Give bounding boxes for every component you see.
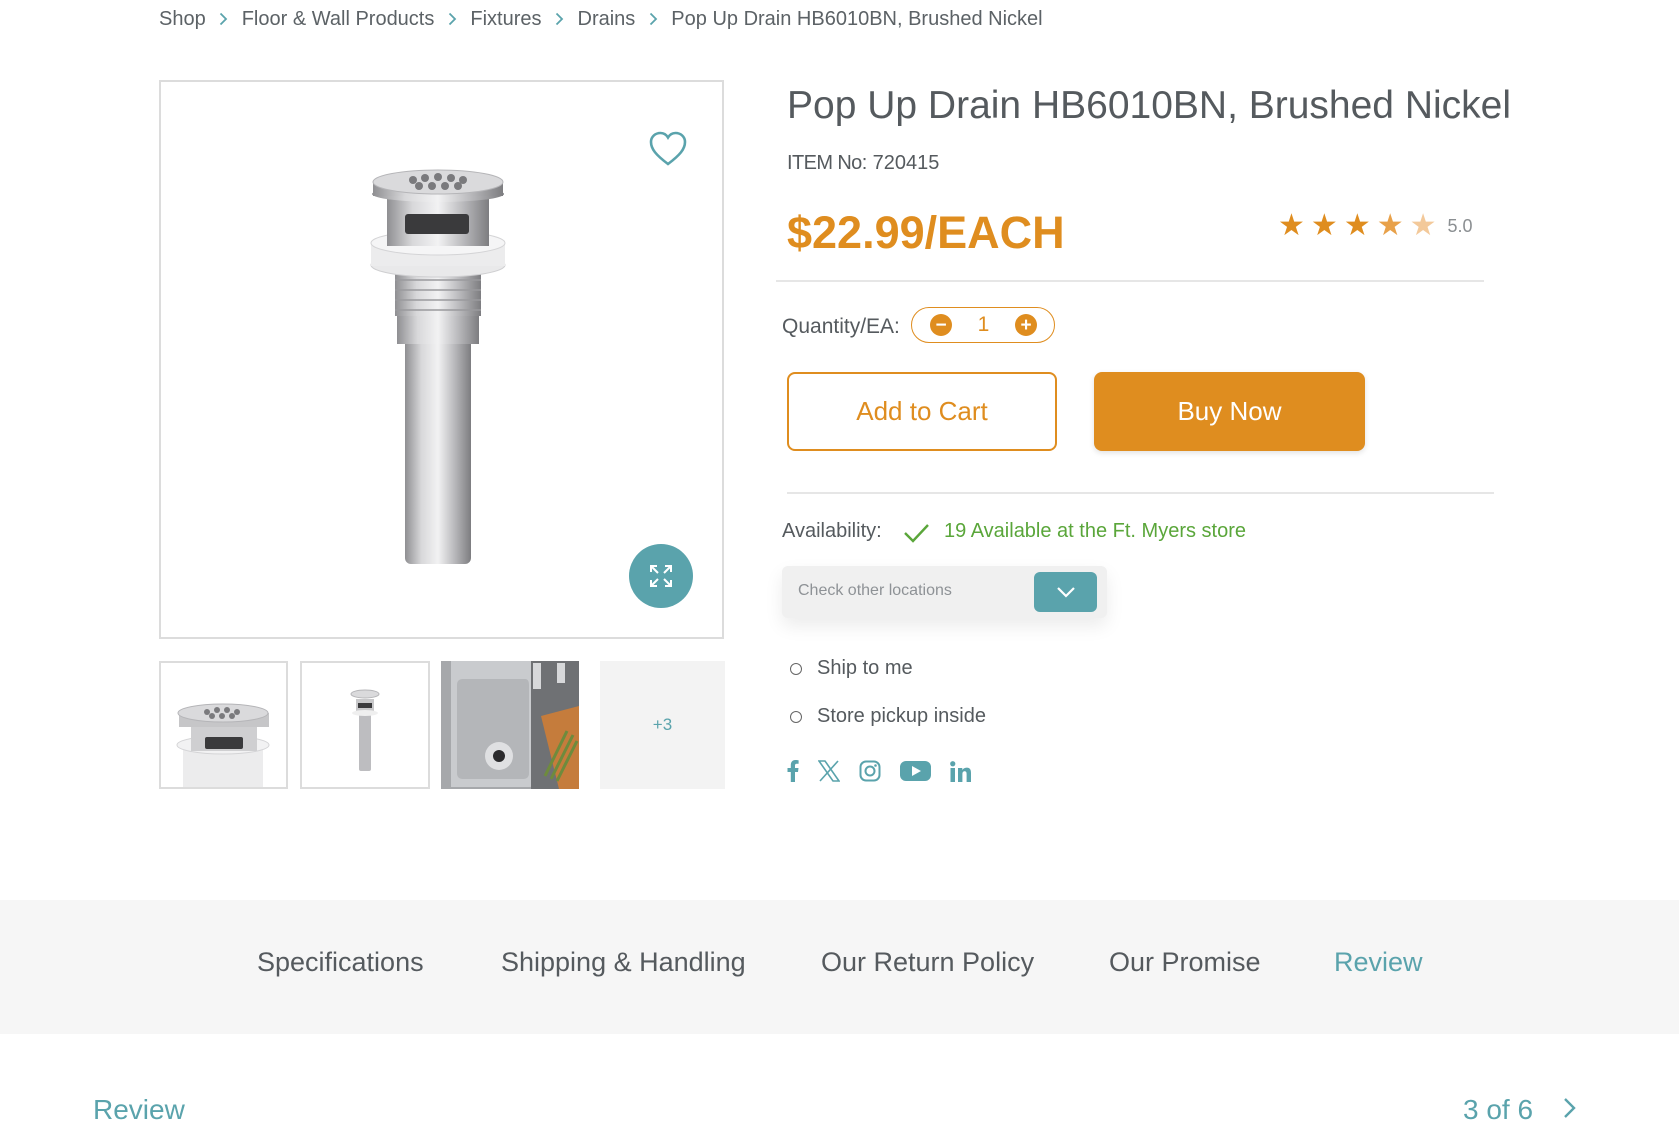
tab-specifications[interactable]: Specifications (257, 947, 424, 978)
instagram-icon[interactable] (859, 760, 881, 782)
breadcrumb-fixtures[interactable]: Fixtures (470, 8, 541, 31)
tab-return-policy[interactable]: Our Return Policy (821, 947, 1034, 978)
chevron-right-icon (635, 12, 671, 26)
quantity-stepper[interactable]: − 1 + (911, 307, 1055, 343)
chevron-down-icon[interactable] (1034, 572, 1097, 612)
breadcrumb: Shop Floor & Wall Products Fixtures Drai… (159, 6, 1043, 32)
breadcrumb-shop[interactable]: Shop (159, 8, 206, 31)
rating-value: 5.0 (1447, 215, 1473, 236)
x-icon[interactable] (818, 760, 840, 782)
item-number-label: ITEM No: (787, 152, 867, 174)
buy-now-button[interactable]: Buy Now (1094, 372, 1365, 451)
availability-status: 19 Available at the Ft. Myers store (944, 520, 1247, 542)
review-pager: 3 of 6 (1463, 1094, 1577, 1126)
radio-button[interactable] (790, 662, 802, 675)
star-icon: ★ (1409, 209, 1437, 242)
quantity-label: Quantity/EA: (782, 315, 900, 338)
star-icon: ★ (1310, 209, 1338, 242)
store-pickup-option[interactable]: Store pickup inside (790, 705, 986, 728)
checkmark-icon (903, 522, 930, 544)
breadcrumb-floor-wall-products[interactable]: Floor & Wall Products (242, 8, 435, 31)
review-pager-text: 3 of 6 (1463, 1094, 1534, 1125)
item-number-value: 720415 (872, 152, 940, 174)
expand-icon (650, 565, 672, 587)
check-locations-placeholder: Check other locations (798, 582, 952, 599)
divider (787, 492, 1494, 494)
social-links (787, 760, 990, 782)
favorite-heart-icon[interactable] (648, 130, 688, 168)
thumbnail-3[interactable] (441, 661, 579, 789)
ship-to-me-label: Ship to me (817, 657, 913, 679)
radio-button[interactable] (790, 710, 802, 723)
store-pickup-label: Store pickup inside (817, 705, 986, 727)
quantity-value[interactable]: 1 (978, 313, 990, 337)
linkedin-icon[interactable] (950, 760, 971, 782)
product-title: Pop Up Drain HB6010BN, Brushed Nickel (787, 84, 1512, 127)
star-icon: ★ (1376, 209, 1404, 242)
chevron-right-icon (542, 12, 578, 26)
divider (776, 280, 1484, 282)
chevron-right-icon (206, 12, 242, 26)
tab-review[interactable]: Review (1334, 947, 1423, 978)
rating-stars: ★ ★ ★ ★ ★ 5.0 (1278, 210, 1473, 242)
ship-to-me-option[interactable]: Ship to me (790, 657, 913, 680)
facebook-icon[interactable] (787, 760, 799, 782)
product-price: $22.99/EACH (787, 207, 1065, 258)
review-heading: Review (93, 1094, 185, 1125)
expand-image-button[interactable] (629, 544, 693, 608)
tab-our-promise[interactable]: Our Promise (1109, 947, 1261, 978)
thumbnail-2[interactable] (300, 661, 430, 789)
check-locations-dropdown[interactable]: Check other locations (782, 566, 1107, 618)
plus-icon[interactable]: + (1015, 314, 1037, 336)
star-icon: ★ (1278, 209, 1305, 242)
youtube-icon[interactable] (900, 760, 931, 782)
star-icon: ★ (1343, 209, 1371, 242)
breadcrumb-drains[interactable]: Drains (578, 8, 636, 31)
breadcrumb-current: Pop Up Drain HB6010BN, Brushed Nickel (671, 7, 1043, 30)
availability-label: Availability: (782, 520, 882, 542)
chevron-right-icon (434, 12, 470, 26)
tab-shipping-handling[interactable]: Shipping & Handling (501, 947, 746, 978)
item-number: ITEM No: 720415 (787, 152, 939, 175)
more-images-button[interactable]: +3 (600, 661, 725, 789)
chevron-right-icon[interactable] (1533, 1094, 1577, 1126)
minus-icon[interactable]: − (930, 314, 952, 336)
add-to-cart-button[interactable]: Add to Cart (787, 372, 1057, 451)
thumbnail-1[interactable] (159, 661, 288, 789)
